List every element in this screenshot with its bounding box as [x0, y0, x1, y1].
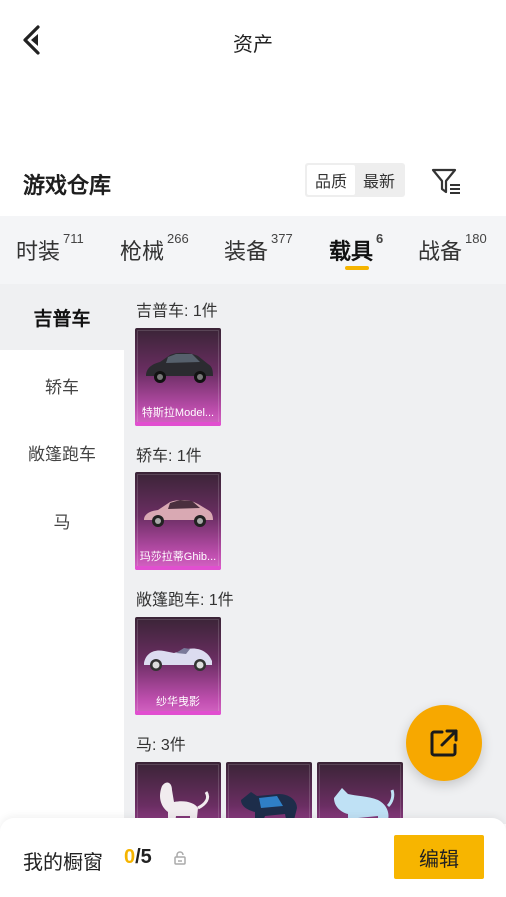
tab-count: 180 [465, 231, 487, 246]
rarity-bar [135, 711, 221, 715]
header-bar: 资产 [0, 0, 506, 80]
item-card[interactable]: 玛莎拉蒂Ghib... [135, 472, 221, 570]
showcase-label: 我的橱窗 [23, 852, 103, 874]
rarity-bar [135, 422, 221, 426]
item-name: 特斯拉Model... [141, 407, 215, 419]
item-name: 玛莎拉蒂Ghib... [139, 551, 217, 563]
showcase-current: 0 [124, 846, 136, 868]
tab-label: 战备 [418, 239, 463, 264]
sidebar-item-sedan[interactable]: 轿车 [0, 352, 124, 418]
showcase-count: 0/5 [124, 846, 152, 869]
group-label-sedan: 轿车: 1件 [136, 448, 202, 465]
item-card[interactable]: 纱华曳影 [135, 617, 221, 715]
suv-icon [146, 352, 213, 383]
filter-icon[interactable] [430, 166, 462, 196]
sidebar-item-convertible[interactable]: 敞篷跑车 [0, 419, 124, 485]
tab-guns[interactable]: 枪械266 [120, 231, 189, 266]
tab-count: 377 [271, 231, 293, 246]
section-title: 游戏仓库 [23, 173, 112, 198]
item-card[interactable]: 特斯拉Model... [135, 328, 221, 426]
rarity-bar [135, 566, 221, 570]
tab-vehicles[interactable]: 载具6 [329, 231, 384, 266]
tab-count: 711 [63, 231, 84, 246]
sort-toggle: 品质 最新 [305, 163, 405, 197]
page-title: 资产 [233, 34, 273, 56]
tab-count: 266 [167, 231, 189, 246]
group-label-horse: 马: 3件 [136, 737, 186, 754]
group-label-jeep: 吉普车: 1件 [136, 303, 218, 320]
vehicle-type-sidebar: 吉普车 轿车 敞篷跑车 马 [0, 284, 124, 824]
lock-icon [174, 851, 186, 865]
tab-label: 装备 [224, 239, 269, 264]
category-tabs: 时装711 枪械266 装备377 载具6 战备180 [0, 216, 506, 284]
tab-supplies[interactable]: 战备180 [418, 231, 487, 266]
tab-equipment[interactable]: 装备377 [224, 231, 293, 266]
sidebar-item-jeep[interactable]: 吉普车 [0, 284, 124, 350]
group-label-convertible: 敞篷跑车: 1件 [136, 592, 234, 609]
showcase-total: /5 [135, 846, 152, 868]
tab-label: 载具 [329, 239, 374, 264]
tab-label: 时装 [16, 239, 61, 264]
sidebar-item-horse[interactable]: 马 [0, 487, 124, 553]
tab-count: 6 [376, 231, 384, 246]
sort-option-quality[interactable]: 品质 [307, 165, 355, 195]
sort-option-newest[interactable]: 最新 [355, 165, 403, 195]
active-tab-indicator [345, 266, 369, 270]
tab-fashion[interactable]: 时装711 [16, 231, 84, 266]
share-button[interactable] [406, 705, 482, 781]
roadster-icon [144, 648, 212, 671]
tab-label: 枪械 [120, 239, 165, 264]
edit-button[interactable]: 编辑 [394, 835, 484, 879]
item-name: 纱华曳影 [156, 696, 200, 708]
sedan-icon [144, 499, 213, 527]
external-link-icon [430, 729, 458, 757]
showcase-bar: 我的橱窗 0/5 编辑 [0, 818, 506, 897]
